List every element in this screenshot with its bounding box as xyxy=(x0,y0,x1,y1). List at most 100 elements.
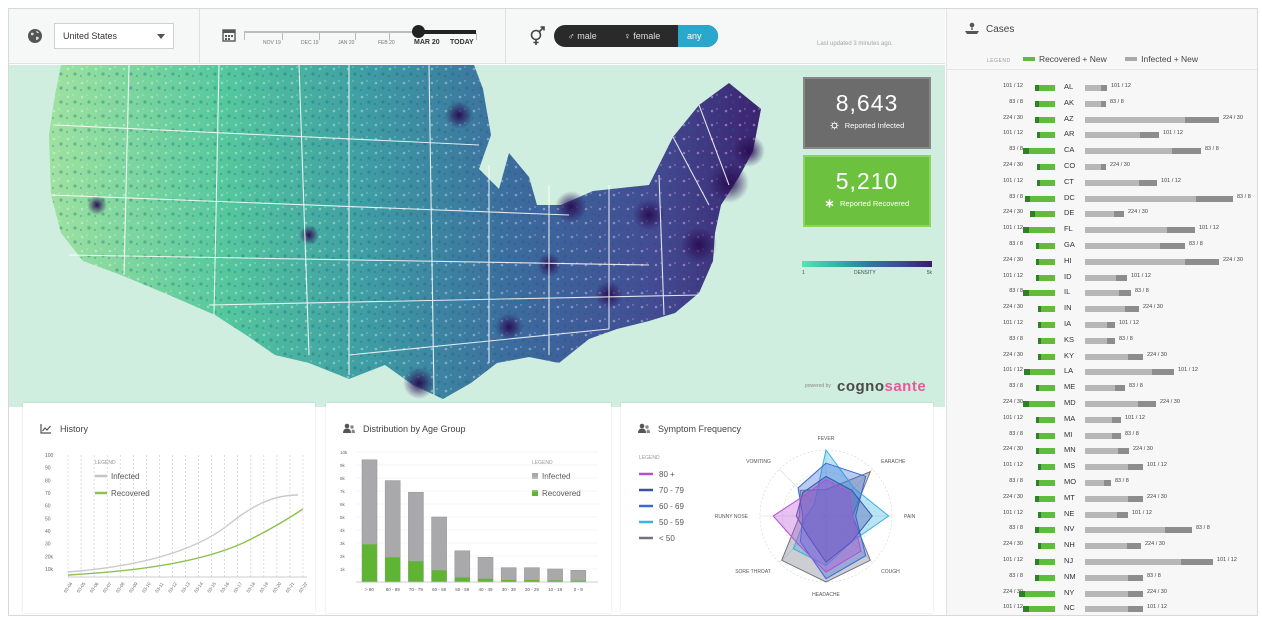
case-row-ks[interactable]: 83 / 8 KS 83 / 8 xyxy=(947,335,1257,349)
case-row-mt[interactable]: 224 / 30 MT 224 / 30 xyxy=(947,493,1257,507)
radar-axis-label: SORE THROAT xyxy=(735,569,771,575)
age-bar-infected[interactable] xyxy=(547,568,563,583)
case-row-mi[interactable]: 83 / 8 MI 83 / 8 xyxy=(947,430,1257,444)
state-code: HI xyxy=(1064,255,1072,265)
age-bar-chart: LEGEND Infected Recovered 1k2k3k4k5k6k7k… xyxy=(340,450,598,592)
age-bar-recovered[interactable] xyxy=(362,544,377,582)
logo-part-a: cogno xyxy=(837,378,885,395)
radar-axis-label: RUNNY NOSE xyxy=(715,514,749,520)
case-row-ca[interactable]: 83 / 8 CA 83 / 8 xyxy=(947,145,1257,159)
case-row-ne[interactable]: 101 / 12 NE 101 / 12 xyxy=(947,509,1257,523)
age-bar-infected[interactable] xyxy=(524,567,540,583)
infected-bar xyxy=(1085,574,1143,581)
infected-bar xyxy=(1085,179,1157,186)
case-row-id[interactable]: 101 / 12 ID 101 / 12 xyxy=(947,272,1257,286)
gender-option-male[interactable]: ♂ male xyxy=(568,25,597,47)
country-select[interactable]: United States xyxy=(54,23,174,49)
infected-value: 224 / 30 xyxy=(1147,351,1167,358)
case-row-mo[interactable]: 83 / 8 MO 83 / 8 xyxy=(947,477,1257,491)
recovered-bar xyxy=(1035,559,1055,565)
history-x-tick: 03-05 xyxy=(76,581,87,594)
case-row-hi[interactable]: 224 / 30 HI 224 / 30 xyxy=(947,255,1257,270)
case-row-ct[interactable]: 101 / 12 CT 101 / 12 xyxy=(947,177,1257,191)
recovered-value: 101 / 12 xyxy=(1003,225,1023,232)
age-bar-recovered[interactable] xyxy=(454,577,470,582)
virus-icon xyxy=(830,121,839,130)
case-row-dc[interactable]: 83 / 8 DC 83 / 8 xyxy=(947,193,1257,207)
age-bar-recovered[interactable] xyxy=(478,578,493,582)
case-row-az[interactable]: 224 / 30 AZ 224 / 30 xyxy=(947,114,1257,128)
history-y-tick: 60 xyxy=(45,504,51,510)
case-row-ky[interactable]: 224 / 30 KY 224 / 30 xyxy=(947,351,1257,365)
age-legend-recovered: Recovered xyxy=(542,489,581,498)
age-bar-infected[interactable] xyxy=(500,567,517,583)
gender-option-any[interactable]: any xyxy=(678,25,718,47)
age-x-tick: 30 - 39 xyxy=(502,587,517,592)
case-row-de[interactable]: 224 / 30 DE 224 / 30 xyxy=(947,208,1257,222)
case-row-ia[interactable]: 101 / 12 IA 101 / 12 xyxy=(947,319,1257,333)
age-bar-recovered[interactable] xyxy=(408,561,424,582)
case-row-ga[interactable]: 83 / 8 GA 83 / 8 xyxy=(947,240,1257,254)
infected-bar xyxy=(1085,606,1143,613)
case-row-la[interactable]: 101 / 12 LA 101 / 12 xyxy=(947,366,1257,380)
radar-axis-label: FEVER xyxy=(818,436,835,442)
cases-title: Cases xyxy=(986,24,1015,35)
case-row-ar[interactable]: 101 / 12 AR 101 / 12 xyxy=(947,129,1257,143)
case-row-ma[interactable]: 101 / 12 MA 101 / 12 xyxy=(947,414,1257,428)
gender-option-female[interactable]: ♀ female xyxy=(624,25,660,47)
case-row-ms[interactable]: 101 / 12 MS 101 / 12 xyxy=(947,461,1257,475)
gender-icon xyxy=(530,26,545,45)
infected-value: 101 / 12 xyxy=(1125,414,1145,421)
case-row-nj[interactable]: 101 / 12 NJ 101 / 12 xyxy=(947,556,1257,570)
case-row-nm[interactable]: 83 / 8 NM 83 / 8 xyxy=(947,572,1257,586)
history-x-tick: 03-12 xyxy=(167,581,178,594)
history-y-tick: 90 xyxy=(45,466,51,472)
case-row-al[interactable]: 101 / 12 AL 101 / 12 xyxy=(947,82,1257,96)
case-row-nc[interactable]: 101 / 12 NC 101 / 12 xyxy=(947,603,1257,615)
case-row-ak[interactable]: 83 / 8 AK 83 / 8 xyxy=(947,98,1257,112)
symptom-legend-item: 70 - 79 xyxy=(659,486,684,495)
recovered-value: 83 / 8 xyxy=(1009,288,1023,295)
age-bar-infected[interactable] xyxy=(570,570,587,583)
age-bar-infected[interactable] xyxy=(454,550,471,583)
case-row-me[interactable]: 83 / 8 ME 83 / 8 xyxy=(947,382,1257,396)
case-row-nv[interactable]: 83 / 8 NV 83 / 8 xyxy=(947,524,1257,538)
case-row-il[interactable]: 83 / 8 IL 83 / 8 xyxy=(947,287,1257,301)
infected-bar xyxy=(1085,243,1185,249)
infected-value: 101 / 12 xyxy=(1147,604,1167,611)
infected-value: 101 / 12 xyxy=(1178,367,1198,374)
recovered-value: 101 / 12 xyxy=(1003,604,1023,611)
gender-option-label: female xyxy=(633,31,661,41)
case-row-fl[interactable]: 101 / 12 FL 101 / 12 xyxy=(947,224,1257,238)
infected-value: 224 / 30 xyxy=(1128,209,1148,216)
reported-recovered-card[interactable]: 5,210 Reported Recovered xyxy=(803,155,931,227)
case-row-in[interactable]: 224 / 30 IN 224 / 30 xyxy=(947,303,1257,317)
recovered-value: 83 / 8 xyxy=(1009,98,1023,105)
case-row-mn[interactable]: 224 / 30 MN 224 / 30 xyxy=(947,445,1257,459)
recovered-bar xyxy=(1024,369,1055,376)
recovered-value: 101 / 12 xyxy=(1003,320,1023,326)
reported-infected-card[interactable]: 8,643 Reported Infected xyxy=(803,77,931,149)
case-row-md[interactable]: 224 / 30 MD 224 / 30 xyxy=(947,398,1257,412)
case-row-co[interactable]: 224 / 30 CO 224 / 30 xyxy=(947,161,1257,175)
recovered-value: 224 / 30 xyxy=(1003,114,1023,121)
age-x-tick: 0 - 9 xyxy=(574,587,584,592)
density-map[interactable]: 8,643 Reported Infected 5,210 Reported R… xyxy=(9,65,945,407)
case-row-ny[interactable]: 224 / 30 NY 224 / 30 xyxy=(947,588,1257,602)
state-code: MO xyxy=(1064,477,1077,486)
recovered-bar xyxy=(1035,527,1055,534)
infected-bar xyxy=(1085,148,1201,155)
infected-bar xyxy=(1085,353,1143,360)
infected-value: 83 / 8 xyxy=(1196,525,1210,532)
infected-bar xyxy=(1085,527,1192,534)
age-bar-recovered[interactable] xyxy=(431,570,447,582)
case-row-nh[interactable]: 224 / 30 NH 224 / 30 xyxy=(947,540,1257,554)
history-y-tick: 20k xyxy=(45,554,54,560)
timeline-handle[interactable] xyxy=(412,25,425,38)
powered-by-text: powered by xyxy=(805,383,831,389)
date-timeline-slider[interactable]: NOV 19 DEC 19 JAN 20 FEB 20 MAR 20 TODAY xyxy=(244,9,484,64)
age-bar-infected[interactable] xyxy=(477,557,494,583)
history-x-tick: 03-06 xyxy=(89,581,100,594)
age-bar-recovered[interactable] xyxy=(385,557,401,582)
infected-bar xyxy=(1085,195,1233,202)
